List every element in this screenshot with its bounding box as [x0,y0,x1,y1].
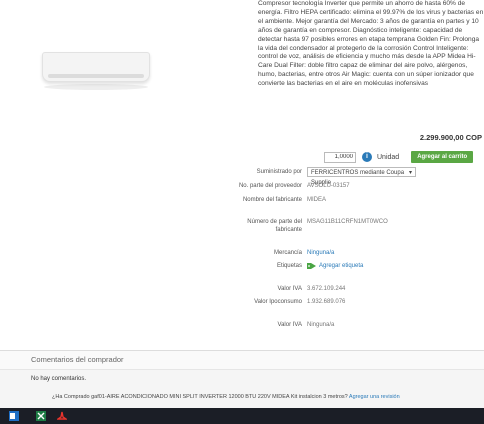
iva2-value: Ninguna/a [307,322,335,328]
commodity-value[interactable]: Ninguna/a [307,249,334,257]
ipoconsumo-label: Valor Ipoconsumo [254,299,302,305]
chevron-down-icon: ▾ [408,170,412,176]
excel-icon[interactable] [36,411,46,421]
product-price: 2.299.900,00 COP [419,133,482,142]
ipoconsumo-value: 1.932.689.076 [307,299,346,305]
outlook-icon[interactable] [9,411,19,421]
quantity-input[interactable] [324,151,356,163]
supplier-part-value: AVSOLU-03157 [307,183,350,189]
manufacturer-label: Nombre del fabricante [242,197,302,203]
tags-label: Etiquetas [276,263,302,269]
supplier-label: Suministrado por [256,169,302,175]
commodity-label: Mercancía [273,250,302,256]
quantity-row: i Unidad Agregar al carrito [324,151,474,163]
ac-vent [48,74,144,78]
review-question: ¿Ha Comprado gaf01-AIRE ACONDICIONADO MI… [52,394,348,400]
product-description: Compresor tecnología Inverter que permit… [258,0,484,88]
iva-value: 3.672.109.244 [307,286,346,292]
supplier-part-label: No. parte del proveedor [238,183,302,189]
product-detail: Compresor tecnología Inverter que permit… [0,0,484,352]
pdf-reader-icon[interactable] [57,411,67,421]
add-review-link[interactable]: Agregar una revisión [349,394,400,400]
add-to-cart-button[interactable]: Agregar al carrito [411,151,474,163]
iva2-label: Valor IVA [277,322,302,328]
page: Compresor tecnología Inverter que permit… [0,0,484,424]
iva-label: Valor IVA [277,286,302,292]
mfr-part-value: MSAG11B11CRFN1MT0WCO [307,219,388,225]
mfr-part-label: Número de parte del fabricante [247,219,302,233]
manufacturer-value: MIDEA [307,197,327,203]
add-tag-link[interactable]: Agregar etiqueta [319,262,363,270]
review-prompt: ¿Ha Comprado gaf01-AIRE ACONDICIONADO MI… [52,394,400,400]
no-comments-text: No hay comentarios. [31,376,87,382]
taskbar [0,408,484,424]
ac-shadow [44,84,148,90]
tag-icon[interactable] [307,262,316,270]
info-icon[interactable]: i [362,152,372,162]
unit-label: Unidad [377,153,400,161]
product-image [30,40,150,102]
comments-title: Comentarios del comprador [31,355,124,364]
supplier-select[interactable]: FERRICENTROS mediante Coupa Supplie ▾ [307,167,416,186]
